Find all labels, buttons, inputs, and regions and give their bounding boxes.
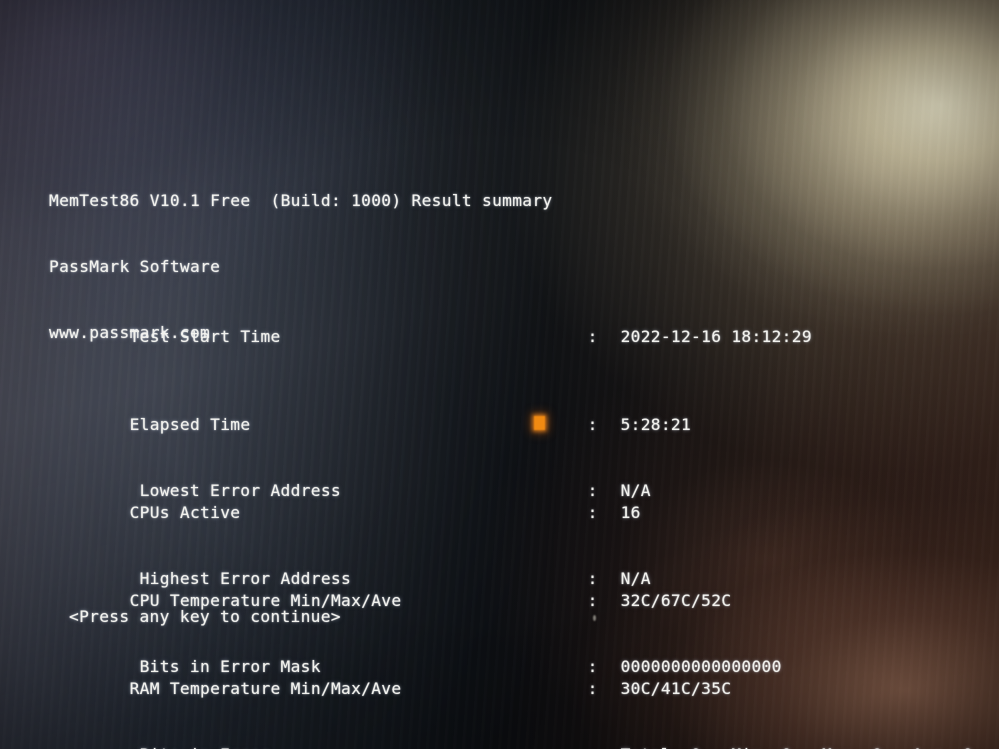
table-row: CPUs Active: 16	[49, 480, 812, 522]
vendor-website: www.passmark.com	[49, 323, 211, 342]
row-label: Lowest Error Address	[139, 481, 341, 500]
table-row: Test Start Time: 2022-12-16 18:12:29	[49, 304, 812, 346]
screen-glow-middle-right	[0, 0, 999, 749]
row-separator: :	[588, 744, 621, 749]
console-text-area: MemTest86 V10.1 Free (Build: 1000) Resul…	[0, 0, 999, 749]
table-row: Elapsed Time: 5:28:21	[49, 392, 812, 434]
row-label: Bits in Error Mask	[139, 657, 321, 676]
screen-streak-texture	[0, 0, 999, 749]
row-separator: :	[587, 327, 598, 346]
row-value: 30C/41C/35C	[620, 679, 732, 698]
row-value: 0000000000000000	[620, 657, 782, 676]
row-label: Elapsed Time	[129, 415, 251, 434]
row-label: Highest Error Address	[139, 569, 352, 588]
table-row: Bits in Error Mask: 0000000000000000	[59, 634, 973, 676]
row-label: Bits in Error	[140, 744, 588, 749]
row-separator: :	[587, 569, 598, 588]
row-separator: :	[587, 481, 598, 500]
row-value: 2022-12-16 18:12:29	[620, 327, 812, 346]
table-row: RAM Temperature Min/Max/Ave: 30C/41C/35C	[49, 656, 812, 698]
row-value: N/A	[620, 569, 651, 588]
row-separator: :	[587, 415, 598, 434]
table-row: Lowest Error Address: N/A	[59, 458, 973, 500]
row-value: Total: 0 Min: 0 Max: 0 Avg: 0	[621, 744, 973, 749]
screen-background	[0, 0, 999, 749]
row-value: 5:28:21	[620, 415, 692, 434]
table-row: Highest Error Address: N/A	[59, 546, 973, 588]
row-separator: :	[587, 503, 598, 522]
lens-dust-speck	[593, 615, 596, 621]
program-title: MemTest86 V10.1 Free (Build: 1000) Resul…	[49, 191, 553, 210]
row-value: 16	[620, 503, 641, 522]
continue-prompt[interactable]: <Press any key to continue>	[69, 562, 341, 672]
screen-vignette	[0, 0, 999, 749]
photo-haze-overlay	[0, 0, 999, 749]
program-header: MemTest86 V10.1 Free (Build: 1000) Resul…	[49, 146, 552, 388]
row-separator: :	[587, 591, 598, 610]
row-separator: :	[587, 657, 598, 676]
screen-glow-bottom-right	[0, 0, 999, 749]
row-label: Test Start Time	[129, 327, 281, 346]
screen-reflection-left	[0, 0, 999, 749]
row-label: CPU Temperature Min/Max/Ave	[129, 591, 402, 610]
summary-table: Test Start Time: 2022-12-16 18:12:29 Elap…	[49, 238, 812, 749]
screen-glare-top-right	[0, 0, 999, 749]
memtest-result-screen: MemTest86 V10.1 Free (Build: 1000) Resul…	[0, 0, 999, 749]
vendor-name: PassMark Software	[49, 257, 221, 276]
error-table: Lowest Error Address: N/A Highest Error A…	[59, 392, 973, 749]
table-row: Bits in Error:Total: 0 Min: 0 Max: 0 Avg…	[59, 722, 973, 749]
text-cursor-block	[534, 416, 545, 430]
table-row: CPU Temperature Min/Max/Ave: 32C/67C/52C	[49, 568, 812, 610]
row-label: RAM Temperature Min/Max/Ave	[129, 679, 402, 698]
row-value: 32C/67C/52C	[620, 591, 732, 610]
row-separator: :	[587, 679, 598, 698]
screen-glare-wash	[0, 0, 999, 749]
screen-cool-corner-cast	[0, 0, 999, 749]
row-label: CPUs Active	[129, 503, 241, 522]
row-value: N/A	[620, 481, 651, 500]
continue-prompt-label: <Press any key to continue>	[69, 607, 341, 626]
table-row: # Tests Passed:48/48 (100%)	[49, 744, 812, 749]
